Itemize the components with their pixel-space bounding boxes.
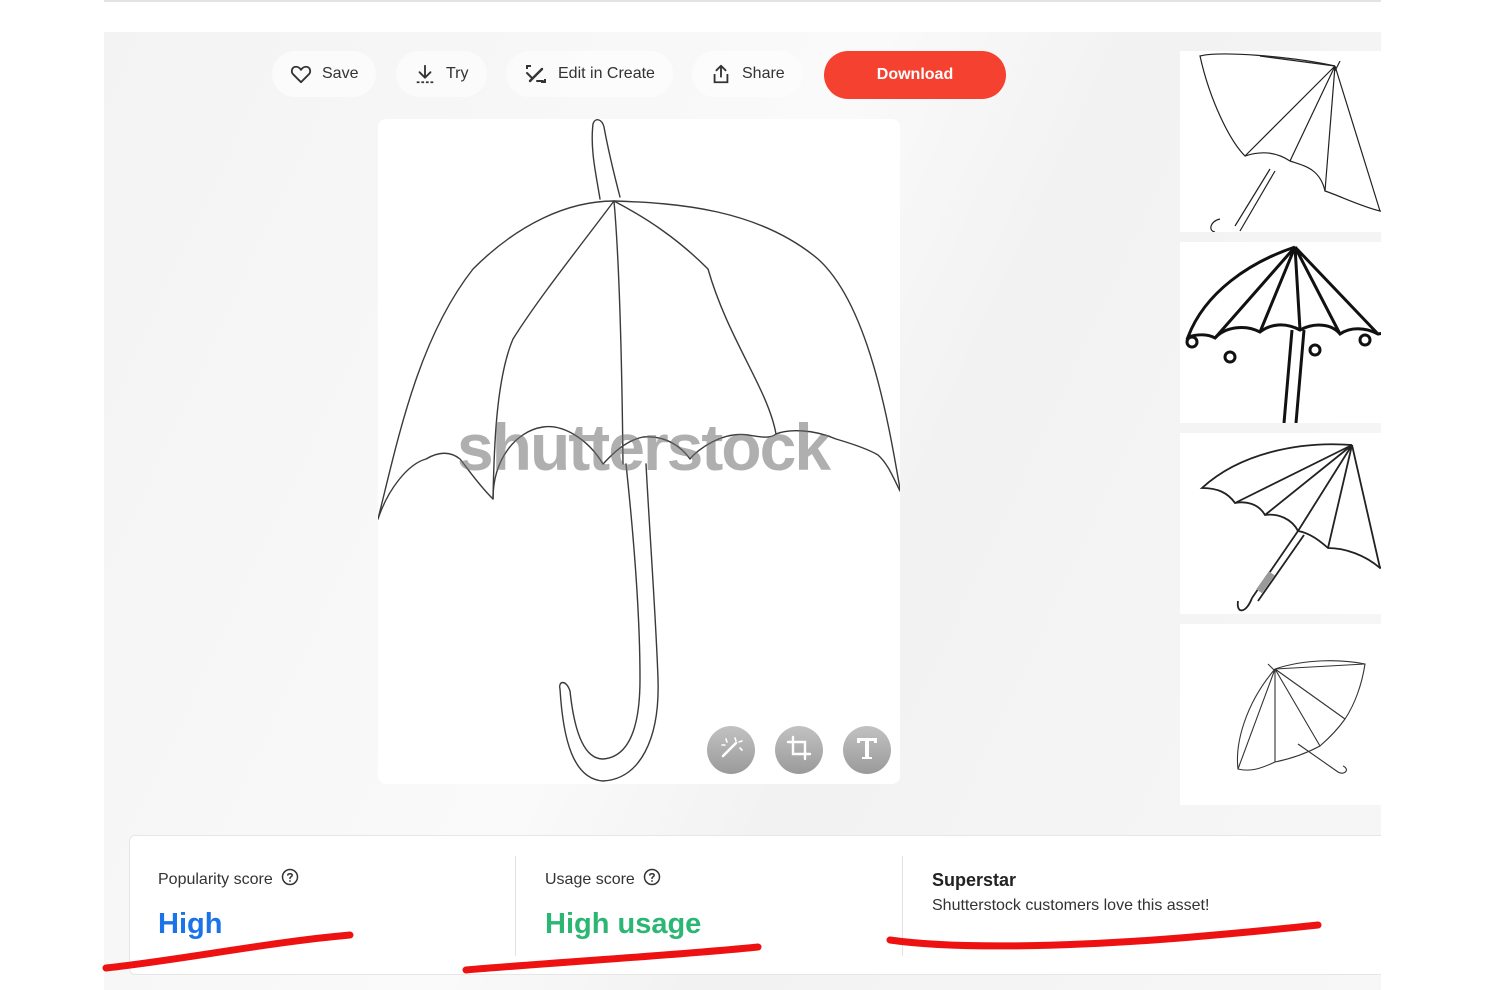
related-thumbnail[interactable] [1180, 51, 1381, 232]
asset-stats-card: Popularity score High Usage score High u… [129, 835, 1381, 975]
magic-wand-icon [718, 735, 744, 766]
popularity-score-value: High [158, 908, 223, 940]
save-button[interactable]: Save [272, 51, 377, 97]
try-button[interactable]: Try [396, 51, 487, 97]
related-thumbnail[interactable] [1180, 242, 1381, 423]
usage-score-value: High usage [545, 908, 702, 940]
share-icon [710, 63, 732, 85]
main-image-preview[interactable]: shutterstock [378, 119, 900, 784]
usage-score-label: Usage score [545, 868, 661, 891]
crop-button[interactable] [775, 726, 823, 774]
crop-icon [786, 735, 812, 766]
download-arrow-icon [414, 63, 436, 85]
top-divider [104, 0, 1381, 2]
stat-divider [902, 856, 903, 956]
share-label: Share [742, 65, 785, 82]
usage-score-text: Usage score [545, 870, 635, 888]
edit-create-icon [524, 63, 548, 85]
related-thumbnail[interactable] [1180, 624, 1381, 805]
superstar-title: Superstar [932, 870, 1017, 890]
text-icon [853, 734, 881, 767]
related-thumbnail[interactable] [1180, 433, 1381, 614]
umbrella-thumbnail-2 [1185, 245, 1381, 423]
magic-wand-button[interactable] [707, 726, 755, 774]
umbrella-thumbnail-1 [1199, 53, 1381, 232]
edit-in-create-button[interactable]: Edit in Create [506, 51, 673, 97]
superstar-description: Shutterstock customers love this asset! [932, 897, 1210, 914]
share-button[interactable]: Share [692, 51, 803, 97]
popularity-score-label: Popularity score [158, 868, 299, 891]
asset-viewer: Save Try Edit in Create Share Download s… [104, 32, 1381, 990]
save-label: Save [322, 65, 359, 82]
help-circle-icon[interactable] [281, 868, 299, 891]
umbrella-thumbnail-4 [1236, 660, 1366, 774]
try-label: Try [446, 65, 469, 82]
help-circle-icon[interactable] [643, 868, 661, 891]
edit-in-create-label: Edit in Create [558, 65, 655, 82]
stat-divider [515, 856, 516, 956]
download-button[interactable]: Download [824, 51, 1006, 99]
add-text-button[interactable] [843, 726, 891, 774]
popularity-score-text: Popularity score [158, 870, 273, 888]
watermark: shutterstock [456, 410, 831, 484]
umbrella-thumbnail-3 [1199, 443, 1381, 612]
heart-icon [290, 64, 312, 84]
